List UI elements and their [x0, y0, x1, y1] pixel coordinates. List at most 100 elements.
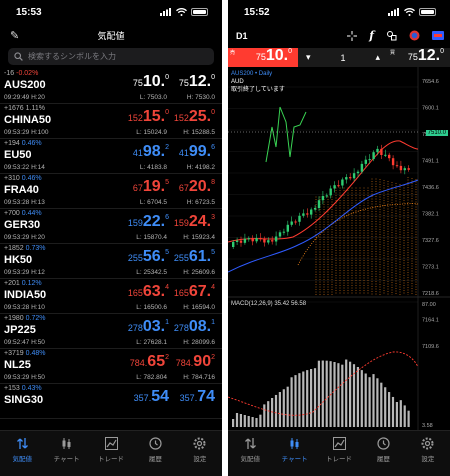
- price-chart[interactable]: 7654.67600.17545.67491.17436.67382.17327…: [228, 67, 450, 454]
- tab-gear[interactable]: 設定: [406, 431, 450, 476]
- y-axis-tick: 7218.6: [422, 291, 439, 297]
- quote-row[interactable]: +194 0.46% EU50 09:53:22 H:14 4198.2 4199.6 L:…: [0, 139, 222, 174]
- candle-body: [337, 185, 340, 187]
- macd-histogram-bar: [278, 392, 281, 427]
- ask-price[interactable]: 15924.3: [163, 213, 215, 231]
- ask-price[interactable]: 784.902: [163, 353, 215, 371]
- macd-histogram-bar: [333, 362, 336, 427]
- macd-histogram-bar: [376, 378, 379, 427]
- ask-price[interactable]: 4199.6: [163, 143, 215, 161]
- tab-swap-arrows[interactable]: 気配値: [228, 431, 272, 476]
- trade-icon[interactable]: [432, 31, 444, 40]
- status-bar: 15:52: [228, 0, 450, 24]
- quote-time: 09:53:28 H:10: [4, 304, 45, 311]
- quote-high: H: 4198.2: [186, 164, 215, 171]
- tab-clock[interactable]: 履歴: [361, 431, 405, 476]
- candle-body: [302, 213, 305, 216]
- symbol-search[interactable]: [8, 48, 214, 65]
- indicator-f-icon[interactable]: f: [369, 29, 374, 42]
- candle-body: [235, 240, 239, 242]
- quote-list: -16 -0.02% AUS200 09:29:49 H:20 7510.0 7512.0…: [0, 69, 222, 426]
- crosshair-icon[interactable]: [347, 30, 358, 41]
- timeframe-button[interactable]: D1: [236, 31, 248, 41]
- tab-candles[interactable]: チャート: [44, 431, 88, 476]
- tab-chart-line[interactable]: トレード: [89, 431, 133, 476]
- quote-symbol: HK50: [4, 254, 33, 266]
- quote-row[interactable]: +1676 1.11% CHINA50 09:53:29 H:100 15215.0 15…: [0, 104, 222, 139]
- ask-price[interactable]: 27808.1: [163, 318, 215, 336]
- macd-histogram-bar: [337, 363, 340, 427]
- account-icon[interactable]: [409, 30, 420, 41]
- candle-body: [317, 200, 321, 208]
- bid-price[interactable]: 357.54: [117, 388, 169, 406]
- tab-candles[interactable]: チャート: [272, 431, 316, 476]
- page-title: 気配値: [97, 30, 125, 41]
- quote-row[interactable]: +310 0.46% FRA40 09:53:28 H:13 6719.5 6720.8 L…: [0, 174, 222, 209]
- quote-row[interactable]: +201 0.12% INDIA50 09:53:28 H:10 16563.4 1656…: [0, 279, 222, 314]
- bid-price[interactable]: 16563.4: [117, 283, 169, 301]
- ask-price[interactable]: 357.74: [163, 388, 215, 406]
- quote-row[interactable]: +153 0.43% SING30 357.54 357.74: [0, 384, 222, 419]
- bid-price[interactable]: 27803.1: [117, 318, 169, 336]
- macd-histogram-bar: [232, 419, 235, 427]
- tab-chart-line[interactable]: トレード: [317, 431, 361, 476]
- edit-pencil-icon[interactable]: ✎: [10, 29, 19, 42]
- ask-price[interactable]: 25561.5: [163, 248, 215, 266]
- macd-histogram-bar: [341, 364, 344, 427]
- chart-toolbar: D1 f: [228, 24, 450, 48]
- quote-time: 09:53:29 H:100: [4, 129, 49, 136]
- quote-row[interactable]: +700 0.44% GER30 09:53:29 H:20 15922.6 15924.…: [0, 209, 222, 244]
- quote-row[interactable]: +1852 0.73% HK50 09:53:29 H:12 25556.5 25561.…: [0, 244, 222, 279]
- bid-price[interactable]: 4198.2: [117, 143, 169, 161]
- bid-price[interactable]: 7510.0: [117, 73, 169, 91]
- ma-green-line: [265, 106, 307, 163]
- bid-price[interactable]: 784.652: [117, 353, 169, 371]
- lots-value[interactable]: 1: [340, 53, 345, 63]
- tab-gear[interactable]: 設定: [178, 431, 222, 476]
- candle-body: [306, 213, 309, 215]
- one-click-trading-bar: 売 7510.0 ▾ 1 ▴ 買 7512.0: [228, 47, 450, 67]
- bid-price[interactable]: 15922.6: [117, 213, 169, 231]
- quote-row[interactable]: -16 -0.02% AUS200 09:29:49 H:20 7510.0 7512.0…: [0, 69, 222, 104]
- search-input[interactable]: [28, 52, 208, 61]
- quote-low: L: 25342.5: [136, 269, 167, 276]
- lots-increase-icon[interactable]: ▴: [375, 52, 380, 63]
- quote-row[interactable]: +1980 0.72% JP225 09:52:47 H:50 27803.1 27808…: [0, 314, 222, 349]
- ask-price[interactable]: 7512.0: [163, 73, 215, 91]
- quote-row[interactable]: +3719 0.48% NL25 09:53:29 H:50 784.652 784.90…: [0, 349, 222, 384]
- tab-swap-arrows[interactable]: 気配値: [0, 431, 44, 476]
- quote-low: L: 16500.6: [136, 304, 167, 311]
- candle-body: [380, 148, 383, 155]
- quote-change: +1980 0.72%: [4, 315, 46, 322]
- candle-body: [294, 221, 297, 223]
- clock-icon: [377, 437, 390, 450]
- candle-body: [407, 168, 410, 170]
- ask-price[interactable]: 15225.0: [163, 108, 215, 126]
- quote-symbol: JP225: [4, 324, 36, 336]
- ask-price[interactable]: 16567.4: [163, 283, 215, 301]
- quote-symbol: FRA40: [4, 184, 39, 196]
- bid-price[interactable]: 15215.0: [117, 108, 169, 126]
- candle-body: [310, 209, 313, 215]
- swap-arrows-icon: [16, 438, 28, 449]
- objects-icon[interactable]: [386, 30, 397, 41]
- ask-price[interactable]: 6720.8: [163, 178, 215, 196]
- candle-body: [360, 163, 364, 172]
- y-axis-tick: 7654.6: [422, 79, 439, 85]
- bid-price[interactable]: 25556.5: [117, 248, 169, 266]
- buy-button[interactable]: 買 7512.0: [388, 47, 450, 67]
- lots-decrease-icon[interactable]: ▾: [306, 52, 311, 63]
- volume-stepper[interactable]: ▾ 1 ▴: [298, 48, 388, 67]
- macd-histogram-bar: [313, 368, 317, 427]
- quote-change-percent: 0.46%: [21, 140, 42, 147]
- macd-histogram-bar: [290, 377, 293, 427]
- bid-price[interactable]: 6719.5: [117, 178, 169, 196]
- quote-high: H: 16594.0: [183, 304, 215, 311]
- tab-clock[interactable]: 履歴: [133, 431, 177, 476]
- quote-change: +3719 0.48%: [4, 350, 46, 357]
- sell-button[interactable]: 売 7510.0: [228, 47, 298, 67]
- macd-histogram-bar: [345, 359, 348, 427]
- macd-histogram-bar: [306, 370, 309, 427]
- macd-histogram-bar: [263, 404, 266, 427]
- price-chart-area[interactable]: 7654.67600.17545.67491.17436.67382.17327…: [228, 67, 450, 454]
